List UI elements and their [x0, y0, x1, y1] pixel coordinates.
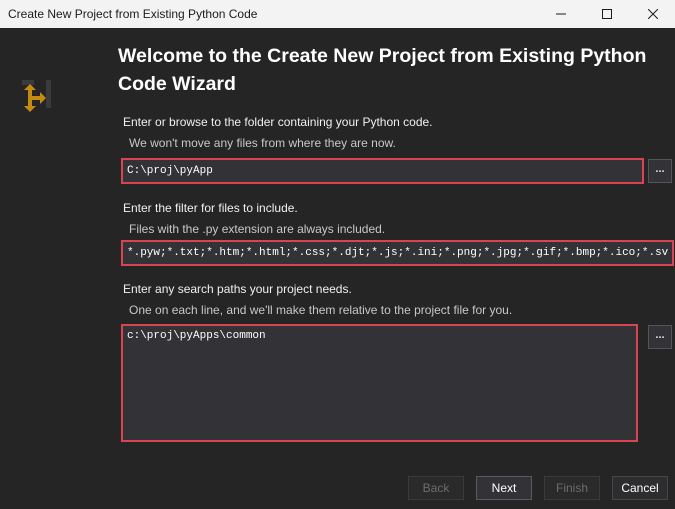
folder-label: Enter or browse to the folder containing… [123, 115, 433, 129]
filter-label: Enter the filter for files to include. [123, 201, 298, 215]
browse-folder-button[interactable]: ... [648, 159, 672, 183]
browse-search-path-button[interactable]: ... [648, 325, 672, 349]
close-button[interactable] [630, 0, 675, 28]
maximize-button[interactable] [584, 0, 630, 28]
wizard-content: Welcome to the Create New Project from E… [0, 28, 675, 509]
search-paths-label: Enter any search paths your project need… [123, 282, 352, 296]
minimize-icon [556, 13, 566, 15]
filter-hint: Files with the .py extension are always … [129, 222, 386, 236]
cancel-button[interactable]: Cancel [612, 476, 668, 500]
title-bar: Create New Project from Existing Python … [0, 0, 675, 28]
next-button[interactable]: Next [476, 476, 532, 500]
back-button[interactable]: Back [408, 476, 464, 500]
minimize-button[interactable] [538, 0, 584, 28]
folder-hint: We won't move any files from where they … [129, 136, 396, 150]
search-paths-hint: One on each line, and we'll make them re… [129, 303, 513, 317]
finish-button[interactable]: Finish [544, 476, 600, 500]
close-icon [648, 9, 658, 19]
maximize-icon [602, 9, 612, 19]
python-project-icon [22, 80, 51, 112]
file-filter-input[interactable] [121, 240, 674, 266]
search-paths-textarea[interactable]: c:\proj\pyApps\common [121, 324, 638, 442]
folder-path-input[interactable] [121, 158, 644, 184]
wizard-heading: Welcome to the Create New Project from E… [118, 45, 647, 95]
window-title: Create New Project from Existing Python … [8, 7, 258, 21]
